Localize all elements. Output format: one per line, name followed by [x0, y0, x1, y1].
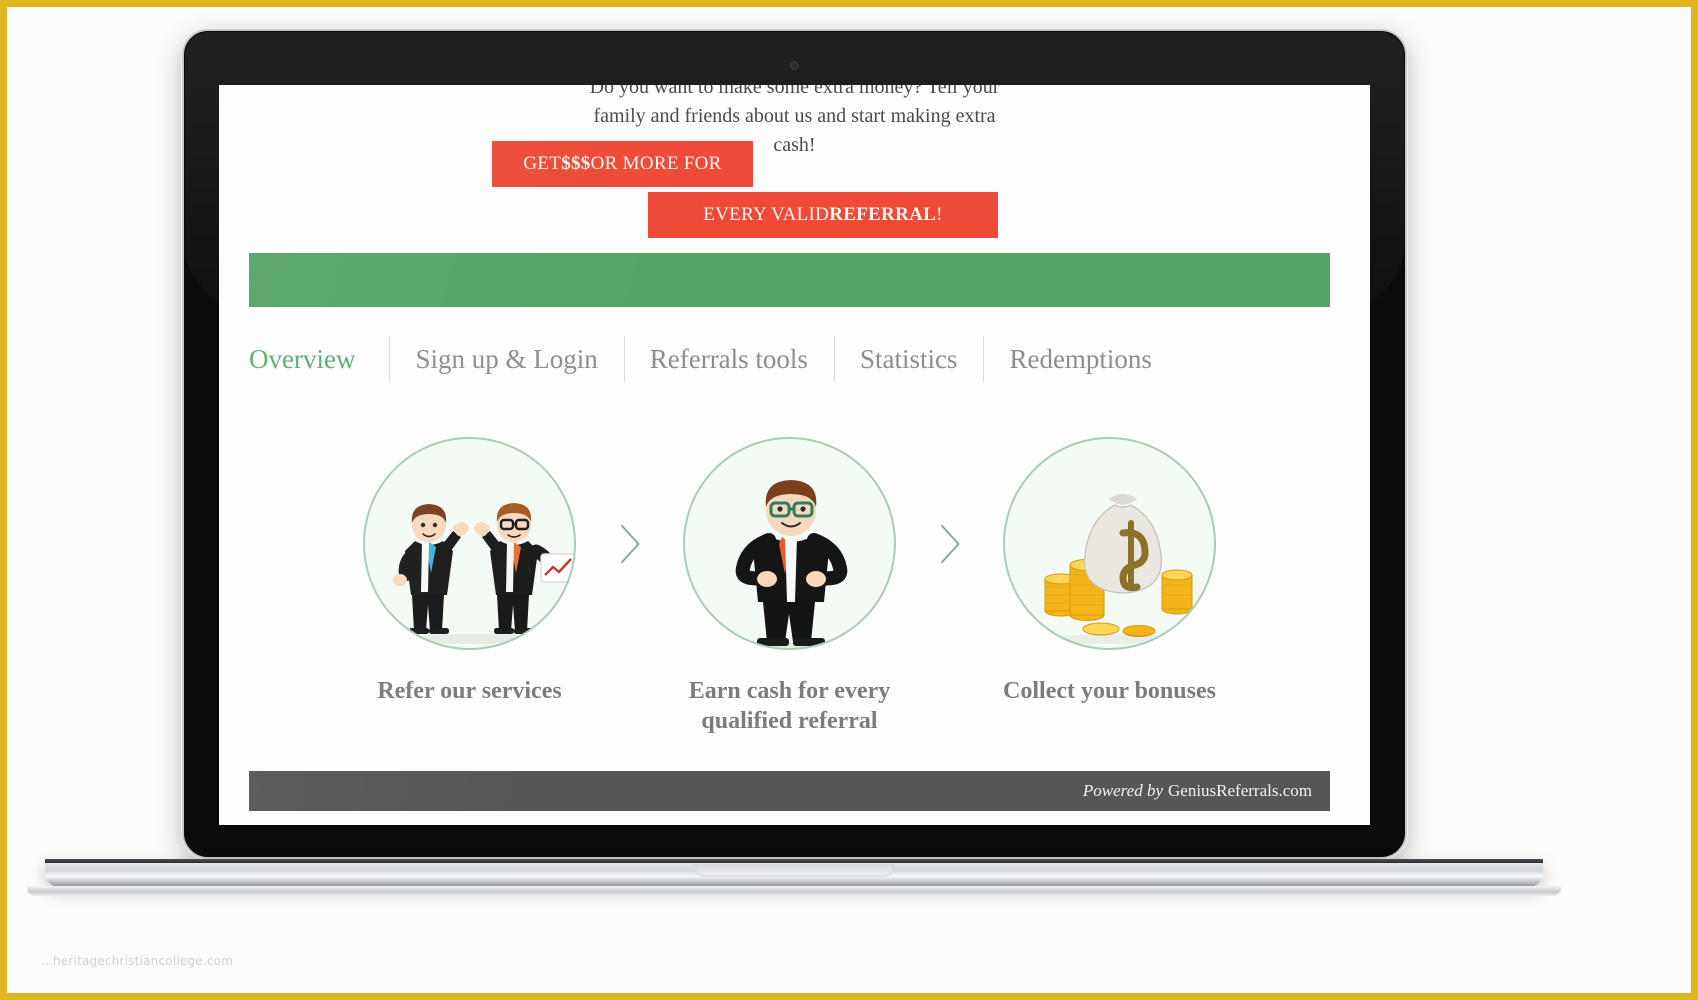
page-root: ...heritagechristiancollege.com Do you w…	[0, 0, 1698, 1000]
laptop-base	[45, 859, 1543, 887]
chevron-right-icon	[915, 437, 985, 650]
money-bag-and-coins-icon	[1003, 437, 1216, 650]
tab-sign-up-login[interactable]: Sign up & Login	[389, 328, 623, 390]
step-earn-cash: Earn cash for every qualified referral	[665, 437, 915, 736]
ribbon-line-2-suffix: !	[936, 204, 943, 225]
tab-statistics[interactable]: Statistics	[833, 328, 984, 390]
step-caption: Earn cash for every qualified referral	[688, 678, 891, 734]
laptop-screen: Do you want to make some extra money? Te…	[219, 85, 1370, 825]
footer-brand-name: GeniusReferrals.com	[1168, 781, 1312, 800]
tab-redemptions[interactable]: Redemptions	[983, 328, 1178, 390]
step-caption: Collect your bonuses	[1003, 678, 1216, 704]
green-banner-bar	[249, 253, 1330, 307]
tab-navigation: Overview Sign up & Login Referrals tools…	[249, 328, 1330, 390]
chevron-right-icon	[595, 437, 665, 650]
how-it-works-steps: Refer our services Earn cash for every q…	[249, 437, 1330, 737]
ribbon-line-2: EVERY VALID REFERRAL!	[648, 192, 998, 238]
promo-ribbon-banner: GET $$$ OR MORE FOR EVERY VALID REFERRAL…	[219, 141, 1370, 238]
ribbon-line-1-prefix: GET	[523, 153, 562, 174]
step-caption: Refer our services	[377, 678, 562, 704]
site-watermark: ...heritagechristiancollege.com	[41, 954, 234, 968]
step-refer-our-services: Refer our services	[345, 437, 595, 706]
confident-businessman-icon	[683, 437, 896, 650]
webcam-icon	[790, 61, 799, 70]
referral-landing-page: Do you want to make some extra money? Te…	[219, 85, 1370, 825]
ribbon-line-2-strong: REFERRAL	[829, 204, 937, 225]
ribbon-line-2-prefix: EVERY VALID	[703, 204, 830, 225]
ribbon-line-1-suffix: OR MORE FOR	[590, 153, 722, 174]
ribbon-line-1-strong: $$$	[561, 153, 591, 174]
laptop-notch	[694, 864, 894, 877]
tab-referrals-tools[interactable]: Referrals tools	[623, 328, 834, 390]
two-businessmen-high-five-icon	[363, 437, 576, 650]
tab-overview[interactable]: Overview	[249, 328, 389, 390]
laptop-mockup: Do you want to make some extra money? Te…	[182, 29, 1407, 859]
page-footer: Powered by GeniusReferrals.com	[249, 771, 1330, 811]
ribbon-line-1: GET $$$ OR MORE FOR	[492, 141, 753, 187]
footer-powered-by-label: Powered by	[1082, 781, 1164, 800]
laptop-foot	[27, 886, 1561, 896]
step-collect-bonuses: Collect your bonuses	[985, 437, 1235, 706]
